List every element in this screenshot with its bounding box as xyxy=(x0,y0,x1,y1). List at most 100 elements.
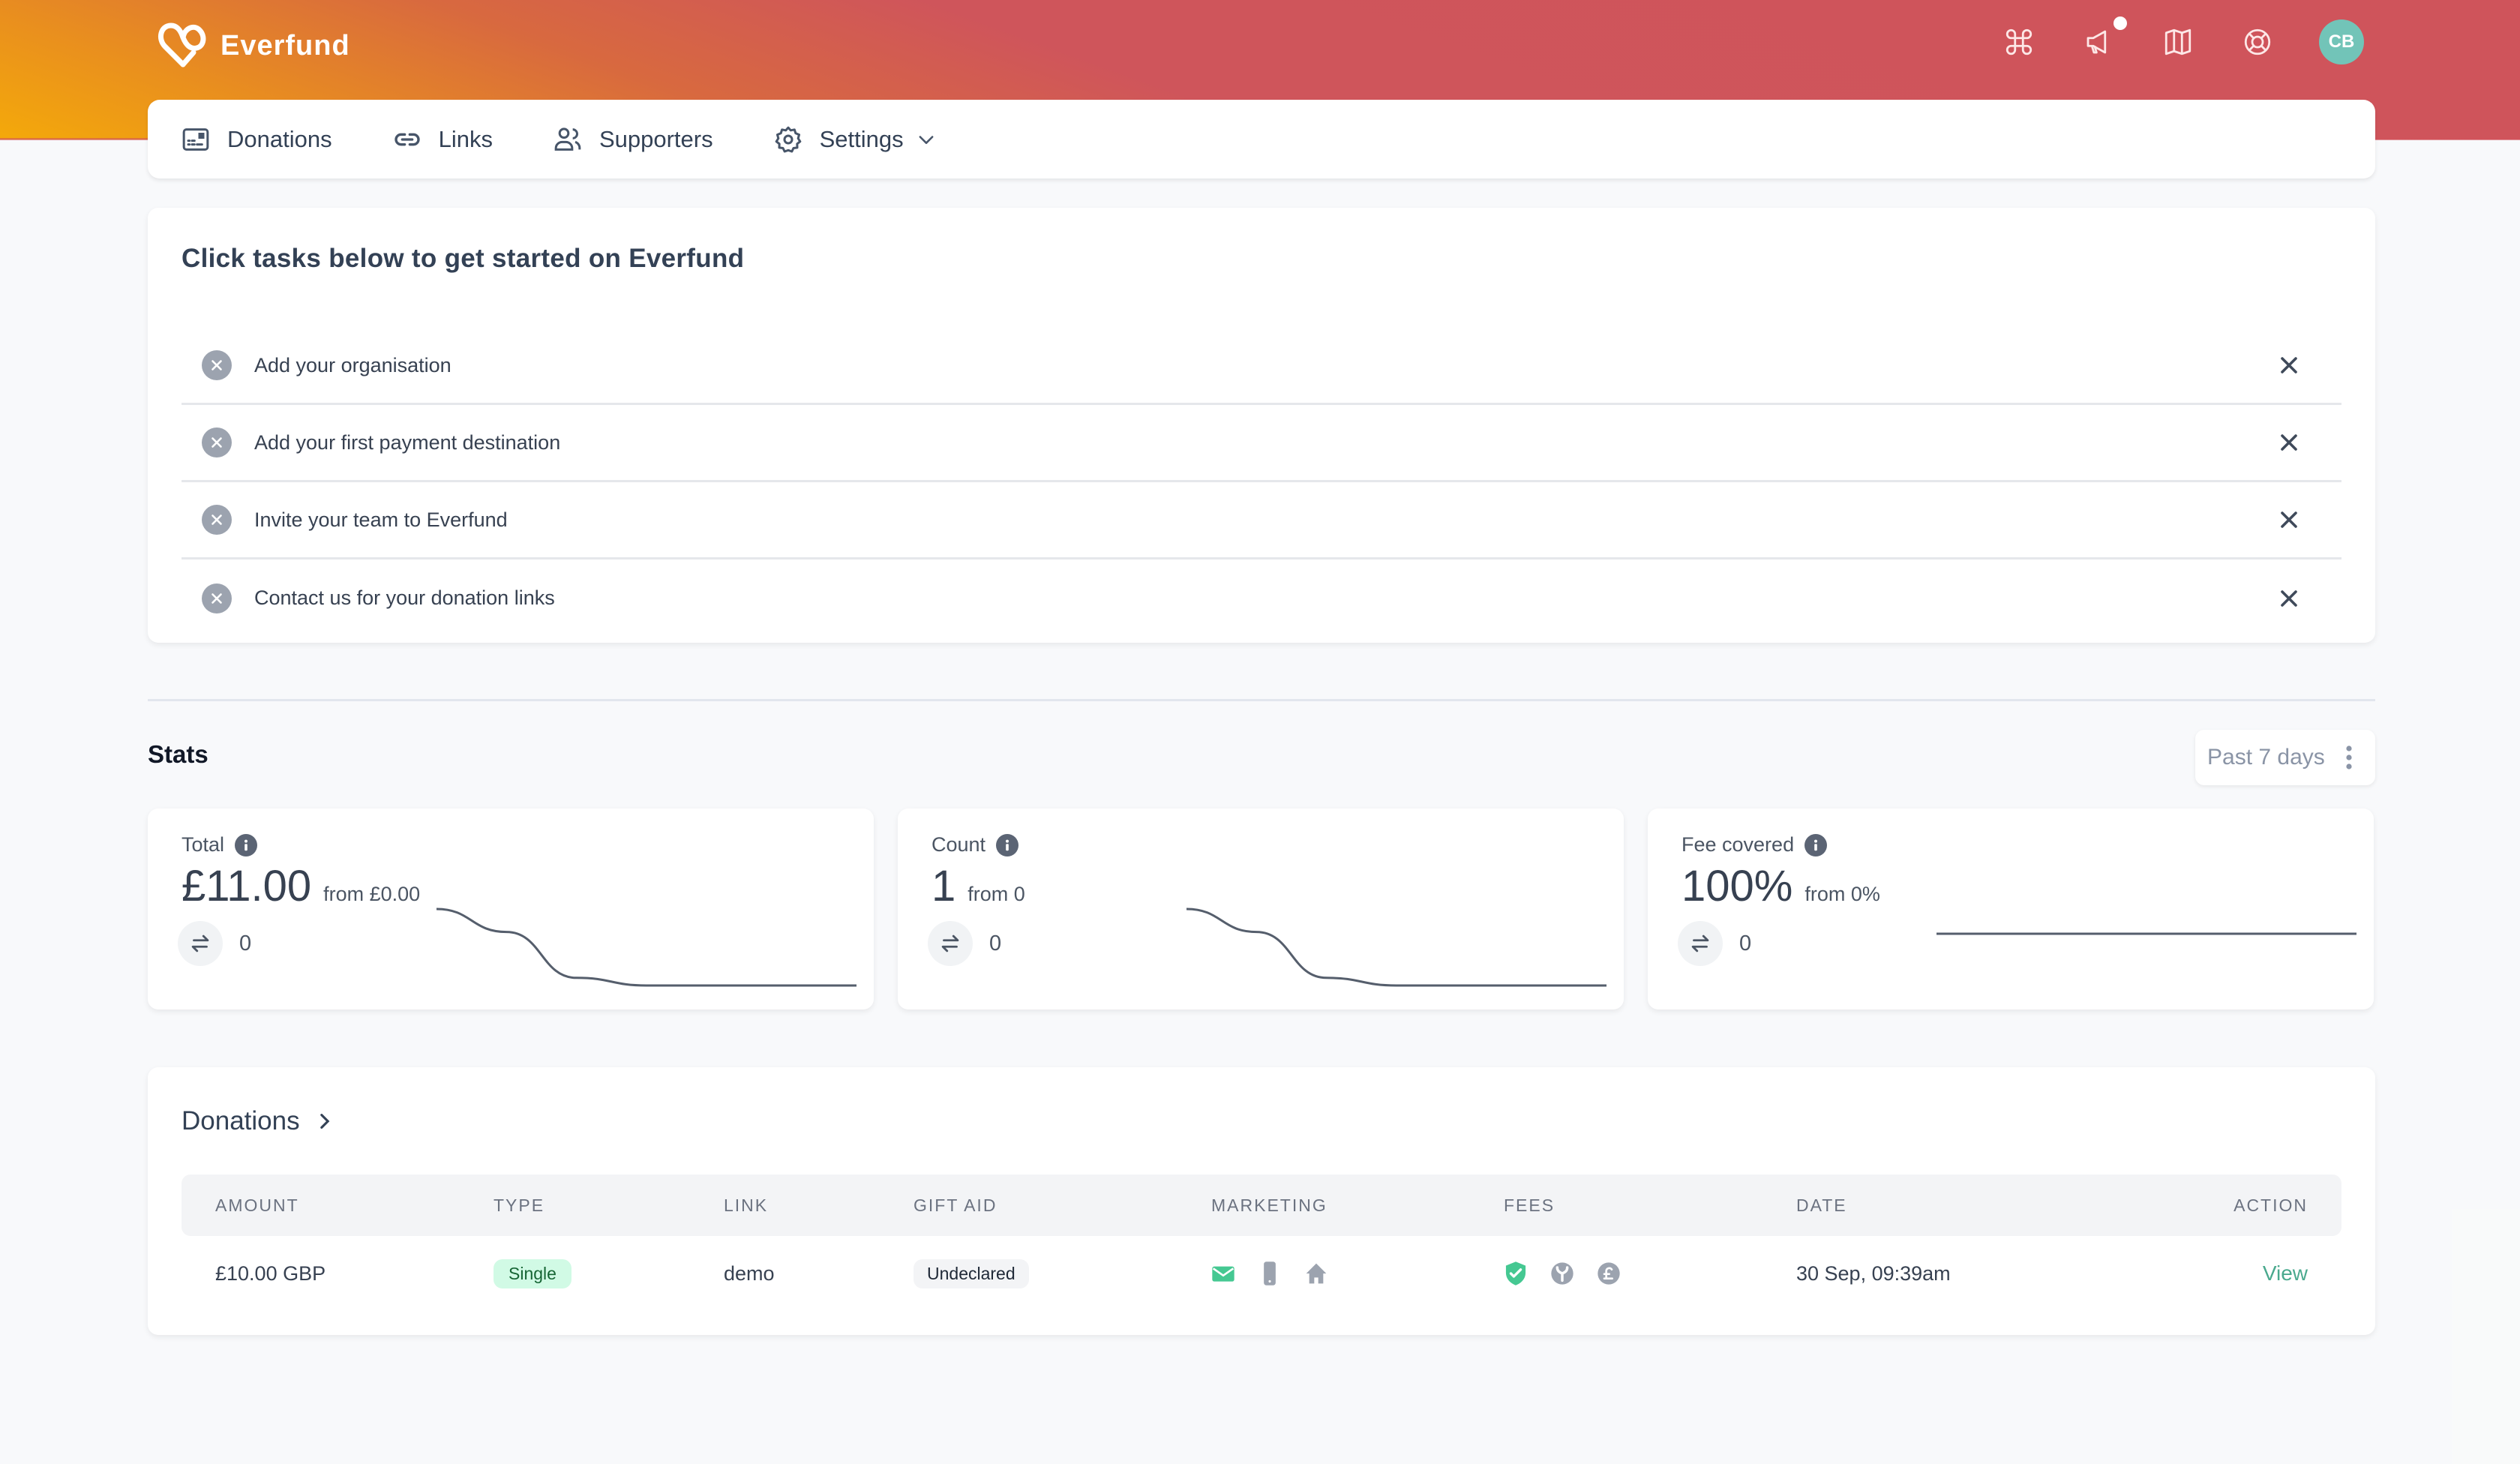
column-header: LINK xyxy=(724,1196,769,1215)
user-avatar[interactable]: CB xyxy=(2319,20,2364,64)
nav-item-settings[interactable]: Settings xyxy=(773,124,937,154)
donations-card-icon xyxy=(182,128,209,151)
task-item[interactable]: Invite your team to Everfund xyxy=(182,482,2342,560)
sparkline-fee-covered xyxy=(1936,932,2356,935)
heart-logo-icon xyxy=(158,22,206,68)
page-background-edge xyxy=(2452,1209,2520,1464)
guides-button[interactable] xyxy=(2160,24,2196,60)
command-button[interactable] xyxy=(2001,24,2037,60)
announcements-button[interactable] xyxy=(2080,16,2127,60)
everfund-logo[interactable]: Everfund xyxy=(156,20,350,72)
incomplete-status-icon xyxy=(202,505,232,535)
incomplete-status-icon xyxy=(202,350,232,380)
task-item[interactable]: Add your first payment destination xyxy=(182,405,2342,482)
map-icon xyxy=(2164,28,2192,56)
chevron-down-icon xyxy=(919,135,934,144)
onboarding-tasks-card: Click tasks below to get started on Ever… xyxy=(148,208,2375,643)
nav-label: Links xyxy=(438,125,493,152)
task-label: Invite your team to Everfund xyxy=(254,508,508,531)
section-divider xyxy=(148,699,2375,701)
marketing-cell xyxy=(1211,1236,1328,1311)
close-icon xyxy=(2281,357,2297,374)
stat-card-count: Count 1 from 0 0 xyxy=(898,808,1624,1010)
stat-value: 100% xyxy=(1682,862,1793,910)
amount-cell: £10.00 GBP xyxy=(215,1262,326,1285)
task-label: Contact us for your donation links xyxy=(254,586,555,609)
column-header: MARKETING xyxy=(1211,1196,1328,1215)
nav-item-donations[interactable]: Donations xyxy=(181,124,332,154)
arrows-exchange-icon xyxy=(178,921,223,966)
incomplete-status-icon xyxy=(202,428,232,458)
header-actions: CB xyxy=(2001,16,2364,64)
nav-item-links[interactable]: Links xyxy=(392,124,493,154)
main-nav: Donations Links Supporters Settings xyxy=(148,100,2375,178)
sparkline-path xyxy=(1186,908,1606,987)
table-header: AMOUNT TYPE LINK GIFT AID MARKETING FEES… xyxy=(182,1174,2342,1236)
phone-icon xyxy=(1264,1262,1276,1286)
help-button[interactable] xyxy=(2240,24,2276,60)
period-selector[interactable]: Past 7 days xyxy=(2195,730,2375,785)
dismiss-task-button[interactable] xyxy=(2276,352,2302,379)
nav-label: Donations xyxy=(227,125,332,152)
sparkline-path xyxy=(436,908,856,987)
column-header: GIFT AID xyxy=(914,1196,998,1215)
sparkline-total xyxy=(436,908,856,987)
view-donation-link[interactable]: View xyxy=(2263,1236,2308,1311)
stat-value: 1 xyxy=(932,862,956,910)
stripe-fee-icon xyxy=(1551,1262,1574,1285)
pound-fee-icon xyxy=(1598,1262,1620,1285)
column-header: TYPE xyxy=(494,1196,545,1215)
task-item[interactable]: Contact us for your donation links xyxy=(182,560,2342,637)
stat-from: from £0.00 xyxy=(323,883,421,905)
change-value: 0 xyxy=(1739,931,1752,956)
incomplete-status-icon xyxy=(202,583,232,614)
stats-title: Stats xyxy=(148,740,208,768)
lifebuoy-icon xyxy=(2244,28,2271,56)
change-value: 0 xyxy=(239,931,252,956)
close-icon xyxy=(2281,434,2297,451)
column-header: AMOUNT xyxy=(215,1196,299,1215)
more-vertical-icon xyxy=(2346,746,2352,770)
link-icon xyxy=(394,133,420,146)
arrows-exchange-icon xyxy=(928,921,973,966)
nav-label: Supporters xyxy=(598,125,713,152)
sparkline-count xyxy=(1186,908,1606,987)
gear-icon xyxy=(775,126,801,152)
users-icon xyxy=(554,127,581,151)
chevron-right-icon xyxy=(320,1114,329,1129)
info-icon[interactable] xyxy=(235,833,258,856)
app-name: Everfund xyxy=(220,29,350,62)
table-row[interactable]: £10.00 GBP Single demo Undeclared 30 Sep… xyxy=(182,1236,2342,1311)
donations-title: Donations xyxy=(182,1106,300,1136)
info-icon[interactable] xyxy=(996,833,1019,856)
close-icon xyxy=(2281,590,2297,607)
task-list: Add your organisation Add your first pay… xyxy=(182,328,2342,637)
gift-aid-badge: Undeclared xyxy=(914,1258,1029,1288)
stat-card-total: Total £11.00 from £0.00 0 xyxy=(148,808,874,1010)
recent-donations-card: Donations AMOUNT TYPE LINK GIFT AID MARK… xyxy=(148,1067,2375,1335)
info-icon[interactable] xyxy=(1804,833,1828,856)
stat-label: Total xyxy=(182,833,225,856)
nav-item-supporters[interactable]: Supporters xyxy=(553,124,713,154)
arrows-exchange-icon xyxy=(1678,921,1723,966)
type-badge: Single xyxy=(494,1258,572,1288)
home-icon xyxy=(1306,1263,1327,1284)
dismiss-task-button[interactable] xyxy=(2276,429,2302,456)
period-label: Past 7 days xyxy=(2207,745,2325,770)
nav-label: Settings xyxy=(819,125,904,152)
email-icon xyxy=(1212,1266,1234,1282)
notification-dot xyxy=(2114,16,2127,30)
dismiss-task-button[interactable] xyxy=(2276,506,2302,533)
stat-value: £11.00 xyxy=(182,862,312,910)
stat-label: Count xyxy=(932,833,986,856)
task-label: Add your first payment destination xyxy=(254,430,561,454)
dismiss-task-button[interactable] xyxy=(2276,585,2302,612)
donations-link[interactable]: Donations xyxy=(182,1106,333,1136)
column-header: ACTION xyxy=(2234,1196,2308,1215)
fees-cell xyxy=(1504,1236,1621,1311)
task-label: Add your organisation xyxy=(254,353,452,376)
command-icon xyxy=(2006,28,2032,56)
close-icon xyxy=(2281,512,2297,528)
change-value: 0 xyxy=(989,931,1002,956)
task-item[interactable]: Add your organisation xyxy=(182,328,2342,405)
